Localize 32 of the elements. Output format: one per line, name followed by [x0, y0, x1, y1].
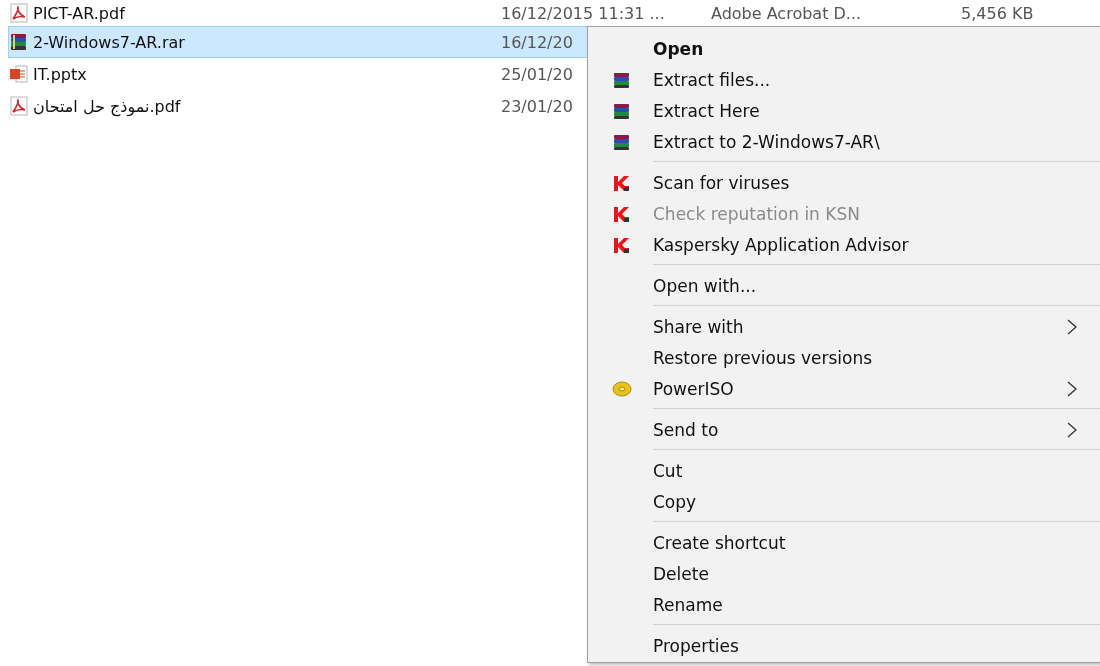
pdf-icon — [9, 3, 29, 23]
menu-item[interactable]: Kaspersky Application Advisor — [588, 229, 1088, 260]
menu-item[interactable]: Properties — [588, 630, 1088, 661]
menu-item[interactable]: Delete — [588, 558, 1088, 589]
menu-item[interactable]: Rename — [588, 589, 1088, 620]
books-icon — [9, 32, 29, 52]
menu-item[interactable]: Copy — [588, 486, 1088, 517]
file-row[interactable]: PICT-AR.pdf 16/12/2015 11:31 ... Adobe Acrobat D... 5,456 KB — [8, 0, 1090, 26]
menu-item[interactable]: Extract files... — [588, 64, 1088, 95]
menu-item[interactable]: Extract Here — [588, 95, 1088, 126]
menu-item[interactable]: Create shortcut — [588, 527, 1088, 558]
pdf-icon — [9, 96, 29, 116]
file-type: Adobe Acrobat D... — [711, 3, 863, 23]
file-name: 2-Windows7-AR.rar — [33, 32, 185, 52]
menu-item[interactable]: Scan for viruses — [588, 167, 1088, 198]
presentation-icon — [9, 64, 29, 84]
menu-item[interactable]: Send to — [588, 414, 1088, 445]
file-date: 25/01/20 — [501, 64, 573, 84]
menu-item[interactable]: PowerISO — [588, 373, 1088, 404]
menu-item[interactable]: Extract to 2-Windows7-AR\ — [588, 126, 1088, 157]
disc-icon — [611, 378, 632, 399]
file-size: 5,456 KB — [961, 3, 1034, 23]
file-name: IT.pptx — [33, 64, 87, 84]
file-date: 16/12/20 — [501, 32, 573, 52]
menu-item[interactable]: Restore previous versions — [588, 342, 1088, 373]
menu-item[interactable]: Open with... — [588, 270, 1088, 301]
file-date: 16/12/2015 11:31 ... — [501, 3, 665, 23]
file-name: PICT-AR.pdf — [33, 3, 125, 23]
file-name: نموذج حل امتحان.pdf — [33, 96, 181, 116]
menu-item[interactable]: Share with — [588, 311, 1088, 342]
menu-item[interactable]: Cut — [588, 455, 1088, 486]
file-date: 23/01/20 — [501, 96, 573, 116]
